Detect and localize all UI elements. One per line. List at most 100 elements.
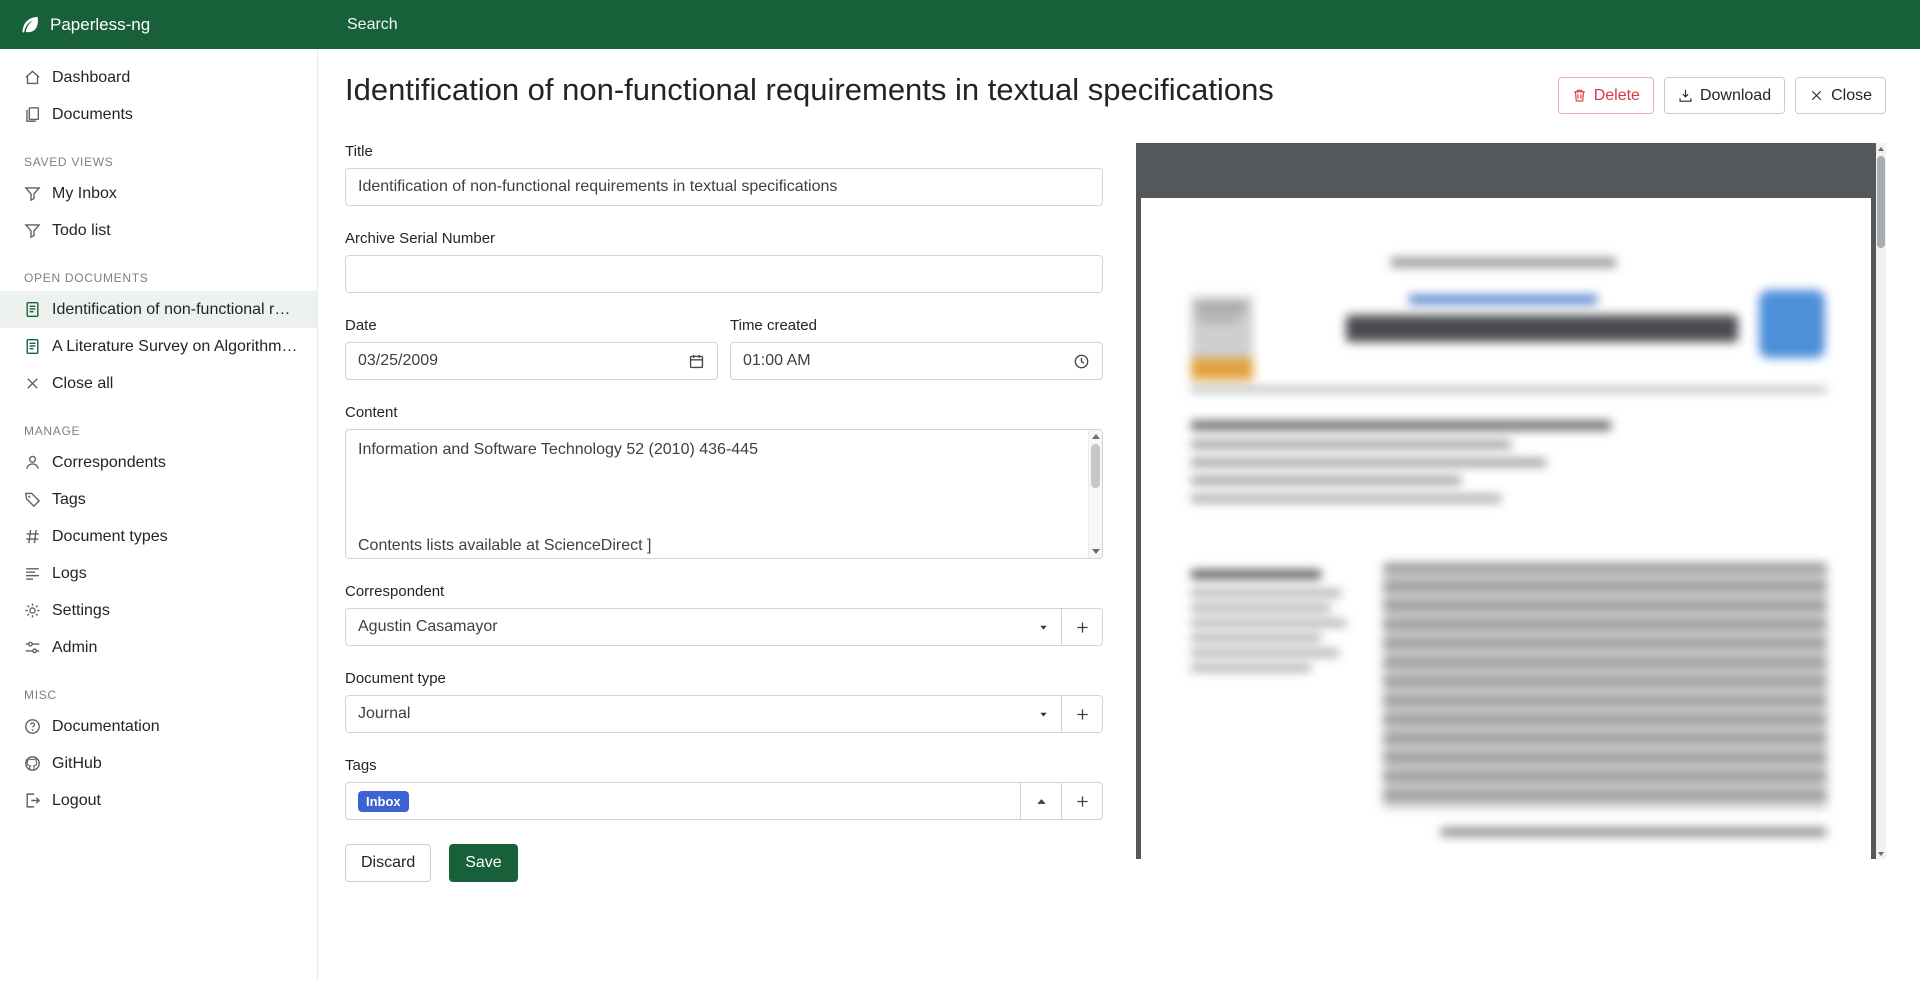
tags-dropdown-toggle[interactable] (1020, 782, 1062, 820)
sidebar-item-tags[interactable]: Tags (0, 481, 317, 518)
scroll-down-arrow[interactable] (1089, 545, 1103, 558)
discard-button[interactable]: Discard (345, 844, 431, 882)
content-textarea[interactable]: Information and Software Technology 52 (… (345, 429, 1103, 559)
sidebar-item-close-all[interactable]: Close all (0, 365, 317, 402)
add-correspondent-button[interactable] (1061, 608, 1103, 646)
blurred-line (1191, 605, 1331, 611)
add-tag-button[interactable] (1061, 782, 1103, 820)
add-document-type-button[interactable] (1061, 695, 1103, 733)
sidebar-section-saved-views: SAVED VIEWS (0, 133, 317, 175)
sidebar-item-logout[interactable]: Logout (0, 782, 317, 819)
document-type-select[interactable]: Journal (345, 695, 1062, 733)
files-icon (24, 106, 41, 123)
download-button[interactable]: Download (1664, 77, 1785, 114)
sidebar-open-doc-1[interactable]: Identification of non-functional require… (0, 291, 317, 328)
sidebar-item-label: Settings (52, 602, 110, 620)
blurred-line (1441, 828, 1826, 836)
asn-label: Archive Serial Number (345, 230, 1103, 247)
sidebar-item-todo-list[interactable]: Todo list (0, 212, 317, 249)
scroll-up-arrow[interactable] (1876, 143, 1886, 154)
app-root: Paperless-ng Dashboard Documents SAVED V… (0, 0, 1920, 981)
search-input[interactable] (345, 15, 1045, 35)
pdf-viewer[interactable] (1136, 143, 1886, 859)
page-title: Identification of non-functional require… (345, 71, 1528, 108)
discard-label: Discard (361, 854, 415, 872)
sidebar-item-label: Document types (52, 528, 168, 546)
blurred-line (1191, 459, 1546, 466)
sidebar-item-my-inbox[interactable]: My Inbox (0, 175, 317, 212)
open-document-label: A Literature Survey on Algorithms for Mu… (52, 338, 299, 356)
time-value: 01:00 AM (743, 352, 1073, 370)
blurred-line (1191, 665, 1311, 671)
scroll-down-arrow[interactable] (1876, 848, 1886, 859)
sidebar-item-logs[interactable]: Logs (0, 555, 317, 592)
scroll-up-arrow[interactable] (1089, 430, 1103, 443)
close-icon (1809, 88, 1824, 103)
sidebar-item-label: Correspondents (52, 454, 166, 472)
sidebar-item-label: Todo list (52, 222, 111, 240)
brand-label: Paperless-ng (50, 15, 150, 35)
plus-icon (1075, 620, 1090, 635)
pdf-page-blurred-content (1141, 198, 1871, 859)
time-created-input[interactable]: 01:00 AM (730, 342, 1103, 380)
sidebar-item-documentation[interactable]: Documentation (0, 708, 317, 745)
date-input[interactable]: 03/25/2009 (345, 342, 718, 380)
tag-badge-inbox[interactable]: Inbox (358, 791, 409, 812)
preview-scrollbar[interactable] (1876, 143, 1886, 859)
chevron-down-icon (1038, 709, 1049, 720)
blurred-line (1191, 650, 1339, 656)
main-content: Identification of non-functional require… (318, 49, 1920, 981)
delete-button[interactable]: Delete (1558, 77, 1654, 114)
blurred-abstract-block (1383, 563, 1827, 809)
sidebar-item-label: Dashboard (52, 69, 130, 87)
scrollbar-thumb[interactable] (1091, 444, 1100, 488)
gear-icon (24, 602, 41, 619)
delete-label: Delete (1594, 87, 1640, 105)
file-text-icon (24, 301, 41, 318)
scrollbar-thumb[interactable] (1877, 156, 1885, 248)
blurred-line (1191, 570, 1321, 579)
sidebar-item-document-types[interactable]: Document types (0, 518, 317, 555)
tags-input[interactable]: Inbox (345, 782, 1021, 820)
sidebar-item-label: Admin (52, 639, 97, 657)
document-type-label: Document type (345, 670, 1103, 687)
asn-input[interactable] (345, 255, 1103, 293)
sidebar-item-documents[interactable]: Documents (0, 96, 317, 133)
correspondent-select[interactable]: Agustin Casamayor (345, 608, 1062, 646)
sidebar-item-label: Documents (52, 106, 133, 124)
sidebar-item-label: Logs (52, 565, 87, 583)
sidebar-item-admin[interactable]: Admin (0, 629, 317, 666)
pdf-page (1141, 198, 1871, 859)
question-circle-icon (24, 718, 41, 735)
save-button[interactable]: Save (449, 844, 517, 882)
sidebar-item-settings[interactable]: Settings (0, 592, 317, 629)
sidebar-item-label: Logout (52, 792, 101, 810)
search-area (345, 15, 1920, 35)
sidebar-item-label: My Inbox (52, 185, 117, 203)
sidebar-item-correspondents[interactable]: Correspondents (0, 444, 317, 481)
title-input[interactable] (345, 168, 1103, 206)
sidebar-open-doc-2[interactable]: A Literature Survey on Algorithms for Mu… (0, 328, 317, 365)
blurred-line (1196, 304, 1246, 310)
close-label: Close (1831, 87, 1872, 105)
date-label: Date (345, 317, 718, 334)
sidebar-item-dashboard[interactable]: Dashboard (0, 59, 317, 96)
blurred-divider (1191, 388, 1826, 391)
sidebar-item-label: Close all (52, 375, 113, 393)
blurred-line (1191, 477, 1461, 484)
open-document-label: Identification of non-functional require… (52, 301, 299, 319)
blurred-line (1191, 441, 1511, 448)
blurred-link-line (1409, 295, 1597, 304)
download-icon (1678, 88, 1693, 103)
time-created-label: Time created (730, 317, 1103, 334)
date-value: 03/25/2009 (358, 352, 688, 370)
sidebar-item-label: Tags (52, 491, 86, 509)
sidebar-section-manage: MANAGE (0, 402, 317, 444)
content-scrollbar[interactable] (1088, 430, 1102, 558)
document-type-value: Journal (358, 705, 410, 723)
close-button[interactable]: Close (1795, 77, 1886, 114)
sidebar-item-github[interactable]: GitHub (0, 745, 317, 782)
form-actions: Discard Save (345, 844, 1103, 882)
app-brand[interactable]: Paperless-ng (0, 15, 318, 35)
blurred-line (1191, 495, 1501, 502)
